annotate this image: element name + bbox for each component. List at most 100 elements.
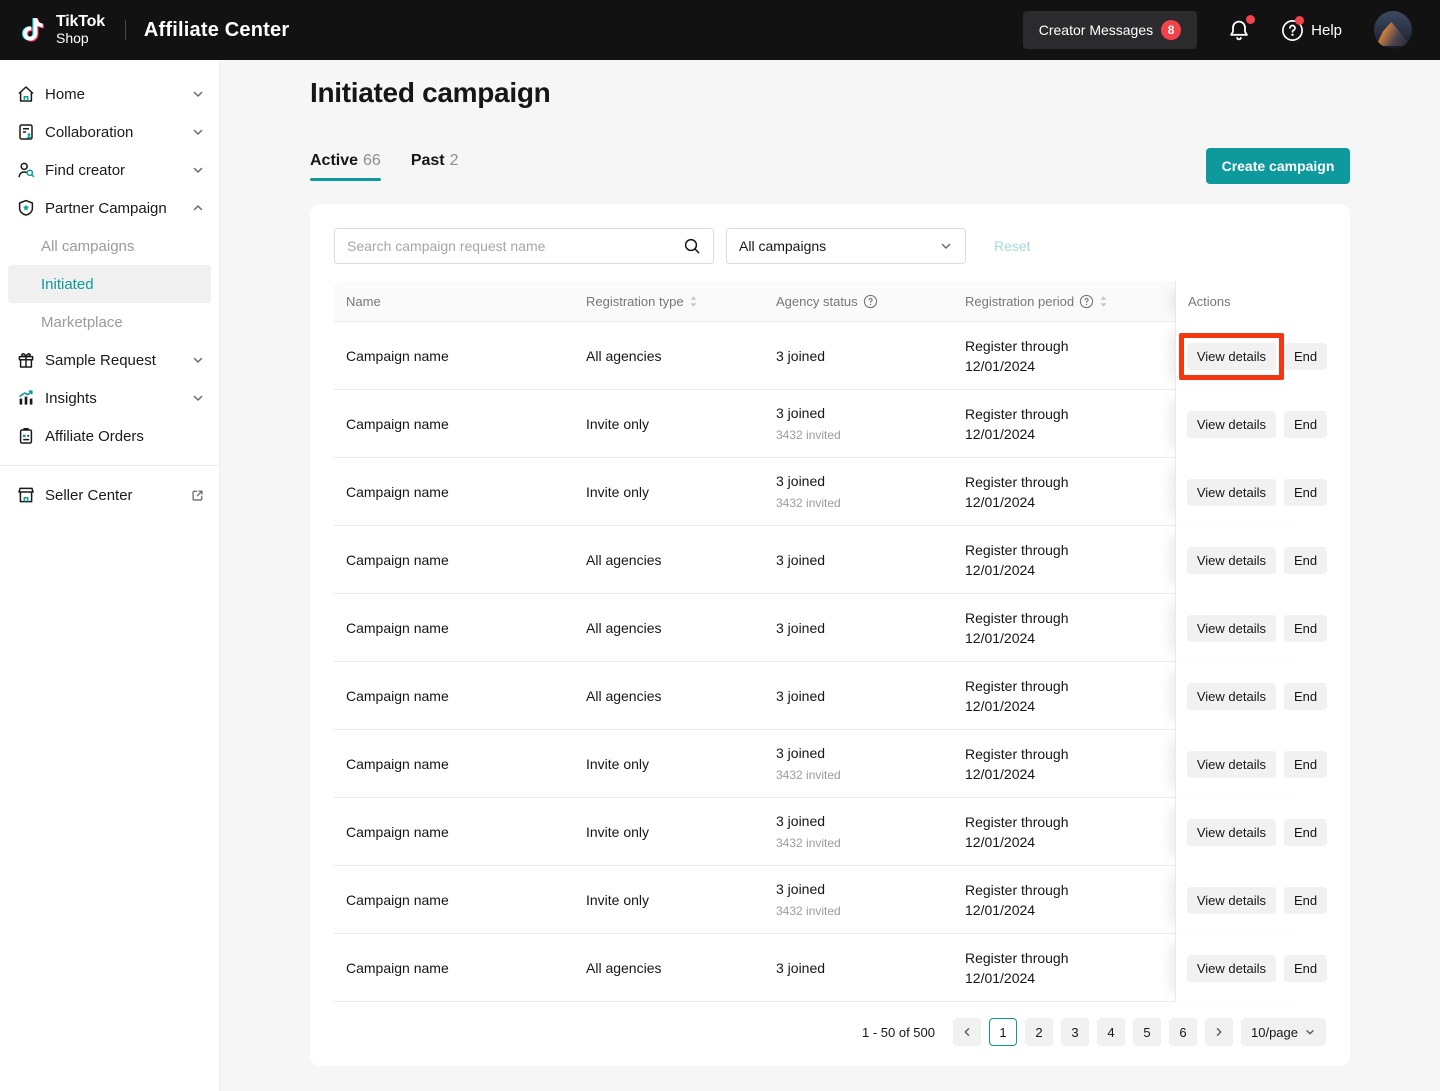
- sidebar-item-find-creator[interactable]: Find creator: [0, 151, 219, 189]
- external-link-icon: [190, 488, 205, 503]
- end-button[interactable]: End: [1284, 411, 1327, 438]
- registration-type: Invite only: [586, 890, 776, 910]
- end-button[interactable]: End: [1284, 819, 1327, 846]
- page-number-button[interactable]: 6: [1169, 1018, 1197, 1046]
- page-number-button[interactable]: 3: [1061, 1018, 1089, 1046]
- view-details-button[interactable]: View details: [1187, 683, 1276, 710]
- end-button[interactable]: End: [1284, 479, 1327, 506]
- view-details-button[interactable]: View details: [1187, 479, 1276, 506]
- registration-period-line2: 12/01/2024: [965, 356, 1175, 376]
- registration-period-line1: Register through: [965, 404, 1175, 424]
- page-number-button[interactable]: 4: [1097, 1018, 1125, 1046]
- joined-count: 3 joined: [776, 346, 965, 366]
- invited-count: 3432 invited: [776, 833, 965, 853]
- sidebar-item-label: Insights: [45, 390, 191, 407]
- sidebar-item-affiliate-orders[interactable]: Affiliate Orders: [0, 417, 219, 455]
- search-icon[interactable]: [683, 237, 701, 255]
- end-button[interactable]: End: [1284, 615, 1327, 642]
- page-size-select[interactable]: 10/page: [1241, 1018, 1326, 1046]
- tiktok-shop-logo[interactable]: TikTok Shop: [18, 13, 105, 47]
- registration-period-line2: 12/01/2024: [965, 628, 1175, 648]
- sort-icon[interactable]: [689, 295, 698, 308]
- campaign-filter-select[interactable]: All campaigns: [726, 228, 966, 264]
- sidebar-item-insights[interactable]: Insights: [0, 379, 219, 417]
- campaign-name: Campaign name: [346, 346, 586, 366]
- search-input[interactable]: [347, 238, 675, 254]
- joined-count: 3 joined: [776, 879, 965, 899]
- end-button[interactable]: End: [1284, 343, 1327, 370]
- tab-active[interactable]: Active 66: [310, 152, 381, 181]
- main-content: Initiated campaign Active 66 Past 2 Crea…: [220, 60, 1440, 1091]
- sidebar-item-seller-center[interactable]: Seller Center: [0, 476, 219, 514]
- view-details-button[interactable]: View details: [1187, 819, 1276, 846]
- joined-count: 3 joined: [776, 743, 965, 763]
- page-number-button[interactable]: 5: [1133, 1018, 1161, 1046]
- view-details-button[interactable]: View details: [1187, 547, 1276, 574]
- brand-line2: Shop: [56, 31, 105, 46]
- registration-period-line2: 12/01/2024: [965, 696, 1175, 716]
- view-details-button[interactable]: View details: [1187, 955, 1276, 982]
- help-dot: [1295, 16, 1304, 25]
- pagination-next-button[interactable]: [1205, 1018, 1233, 1046]
- clipboard-icon: [16, 426, 36, 446]
- sidebar-item-all-campaigns[interactable]: All campaigns: [0, 227, 219, 265]
- invited-count: 3432 invited: [776, 901, 965, 921]
- sidebar-item-marketplace[interactable]: Marketplace: [0, 303, 219, 341]
- campaign-name: Campaign name: [346, 890, 586, 910]
- end-button[interactable]: End: [1284, 547, 1327, 574]
- registration-type: Invite only: [586, 754, 776, 774]
- registration-period-line1: Register through: [965, 812, 1175, 832]
- end-button[interactable]: End: [1284, 887, 1327, 914]
- view-details-button[interactable]: View details: [1187, 343, 1276, 370]
- find-creator-icon: [16, 160, 36, 180]
- tab-past[interactable]: Past 2: [411, 152, 459, 181]
- notifications-button[interactable]: [1227, 18, 1251, 42]
- joined-count: 3 joined: [776, 550, 965, 570]
- pagination: 1 - 50 of 500 123456 10/page: [334, 1018, 1326, 1046]
- tab-label: Past: [411, 152, 445, 170]
- page-number-button[interactable]: 2: [1025, 1018, 1053, 1046]
- view-details-button[interactable]: View details: [1187, 751, 1276, 778]
- registration-period-line1: Register through: [965, 540, 1175, 560]
- view-details-button[interactable]: View details: [1187, 411, 1276, 438]
- pagination-prev-button[interactable]: [953, 1018, 981, 1046]
- help-circle-icon[interactable]: [863, 294, 878, 309]
- joined-count: 3 joined: [776, 686, 965, 706]
- table-row: Campaign name All agencies 3 joined Regi…: [334, 934, 1326, 1002]
- sidebar-divider: [0, 465, 219, 466]
- registration-type: All agencies: [586, 550, 776, 570]
- end-button[interactable]: End: [1284, 751, 1327, 778]
- help-button[interactable]: Help: [1281, 19, 1342, 42]
- view-details-button[interactable]: View details: [1187, 887, 1276, 914]
- campaign-name: Campaign name: [346, 822, 586, 842]
- sidebar-item-label: Find creator: [45, 162, 191, 179]
- reset-button[interactable]: Reset: [994, 238, 1031, 254]
- user-avatar[interactable]: [1374, 11, 1412, 49]
- sidebar-item-collaboration[interactable]: Collaboration: [0, 113, 219, 151]
- collaboration-icon: [16, 122, 36, 142]
- registration-period-line2: 12/01/2024: [965, 968, 1175, 988]
- pagination-pages: 123456: [989, 1018, 1197, 1046]
- table-row: Campaign name Invite only 3 joined 3432 …: [334, 390, 1326, 458]
- page-number-button[interactable]: 1: [989, 1018, 1017, 1046]
- end-button[interactable]: End: [1284, 955, 1327, 982]
- creator-messages-button[interactable]: Creator Messages 8: [1023, 11, 1197, 49]
- sidebar-item-initiated[interactable]: Initiated: [8, 265, 211, 303]
- registration-period-line1: Register through: [965, 744, 1175, 764]
- chevron-down-icon: [191, 125, 205, 139]
- column-header-registration-period: Registration period: [965, 294, 1074, 309]
- sort-icon[interactable]: [1099, 295, 1108, 308]
- sidebar-item-sample-request[interactable]: Sample Request: [0, 341, 219, 379]
- create-campaign-button[interactable]: Create campaign: [1206, 148, 1350, 184]
- sidebar-item-partner-campaign[interactable]: Partner Campaign: [0, 189, 219, 227]
- column-header-name: Name: [346, 294, 381, 309]
- sidebar-item-label: Partner Campaign: [45, 200, 191, 217]
- help-circle-icon[interactable]: [1079, 294, 1094, 309]
- view-details-button[interactable]: View details: [1187, 615, 1276, 642]
- campaign-name: Campaign name: [346, 618, 586, 638]
- chevron-down-icon: [191, 391, 205, 405]
- top-bar: TikTok Shop Affiliate Center Creator Mes…: [0, 0, 1440, 60]
- sidebar-item-home[interactable]: Home: [0, 75, 219, 113]
- end-button[interactable]: End: [1284, 683, 1327, 710]
- registration-type: All agencies: [586, 686, 776, 706]
